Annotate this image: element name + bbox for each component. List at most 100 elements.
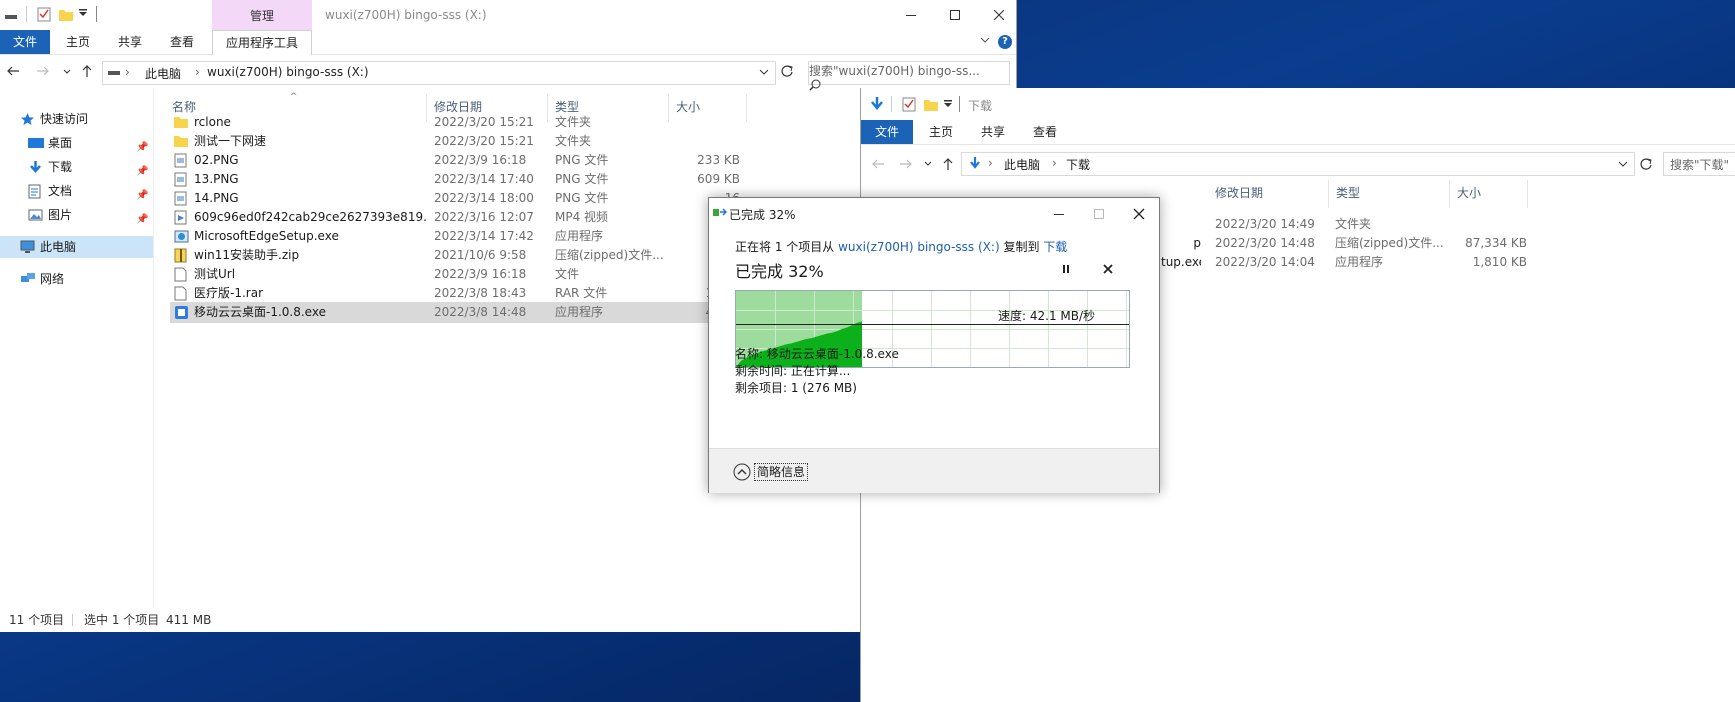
file-size: 609 KB [697,172,740,186]
tab-file[interactable]: 文件 [861,120,913,144]
close-button[interactable] [976,0,1022,30]
file-type: PNG 文件 [555,153,609,167]
search-placeholder: 搜索"wuxi(z700H) bingo-ss... [809,64,980,78]
file-name: tup.exe [1161,255,1201,269]
tab-share[interactable]: 共享 [971,120,1015,144]
navigation-pane: 快速访问 桌面 📌 下载 📌 文档 📌 图片 📌 此电脑 网络 [0,88,153,608]
new-folder-icon[interactable] [58,6,74,22]
minimize-button[interactable] [1039,200,1079,228]
breadcrumb-current[interactable]: wuxi(z700H) bingo-sss (X:) [207,65,369,79]
maximize-button [1079,200,1119,228]
tab-home[interactable]: 主页 [919,120,963,144]
tab-share[interactable]: 共享 [108,30,152,54]
image-file-icon [174,191,188,206]
nav-item-network[interactable]: 网络 [0,268,153,290]
nav-item-quick-access[interactable]: 快速访问 [0,108,153,130]
cancel-button[interactable] [1103,264,1113,274]
file-name: p [1193,236,1201,250]
pane-divider[interactable] [153,88,154,608]
column-header-date[interactable]: 修改日期 [1209,180,1329,208]
column-header-type[interactable]: 类型 [1330,180,1450,208]
file-date: 2022/3/20 14:48 [1215,236,1315,250]
selection-size: 411 MB [166,613,212,627]
file-name: 02.PNG [194,153,239,167]
dialog-title: 已完成 32% [729,208,796,222]
breadcrumb-this-pc[interactable]: 此电脑 [1004,156,1040,173]
destination-link[interactable]: 下载 [1043,240,1067,254]
close-button[interactable] [1119,200,1159,228]
context-tab-manage[interactable]: 管理 [212,0,312,32]
recent-locations-icon[interactable] [923,159,933,169]
breadcrumb-current[interactable]: 下载 [1066,156,1090,173]
pin-icon[interactable]: 📌 [136,137,148,153]
nav-item-label: 下载 [48,160,73,174]
nav-item-desktop[interactable]: 桌面 📌 [0,132,153,154]
address-bar[interactable]: › 此电脑 › 下载 [961,152,1635,176]
refresh-icon[interactable] [1639,157,1653,171]
speed-label: 速度: 42.1 MB/秒 [998,309,1096,323]
recent-locations-icon[interactable] [62,64,78,80]
customize-dropdown-icon[interactable] [943,99,953,109]
up-arrow-icon[interactable] [80,64,96,80]
forward-arrow-icon[interactable] [36,64,52,80]
ribbon-tabs: 文件 主页 共享 查看 [861,120,1735,145]
help-icon[interactable]: ? [998,35,1012,49]
chevron-up-icon[interactable] [733,463,751,481]
copy-to-text: 复制到 [1003,240,1040,254]
search-input[interactable]: 搜索"wuxi(z700H) bingo-ss... [808,61,1010,91]
up-arrow-icon[interactable] [941,157,955,171]
pin-icon[interactable]: 📌 [136,209,148,225]
pin-icon[interactable]: 📌 [136,185,148,201]
maximize-button[interactable] [932,0,978,30]
customize-dropdown-icon[interactable] [78,8,94,24]
source-link[interactable]: wuxi(z700H) bingo-sss (X:) [838,240,1000,254]
address-dropdown-icon[interactable] [759,67,769,77]
new-folder-icon[interactable] [923,96,939,112]
tab-file[interactable]: 文件 [0,30,50,54]
pictures-icon [28,208,43,222]
drive-icon[interactable] [4,6,20,22]
file-date: 2022/3/16 12:07 [434,210,534,224]
address-dropdown-icon[interactable] [1618,159,1628,169]
file-type: 应用程序 [1335,255,1384,269]
address-bar[interactable]: › 此电脑 › wuxi(z700H) bingo-sss (X:) [102,61,776,85]
computer-icon [20,240,35,254]
back-arrow-icon[interactable] [6,64,22,80]
speed-line [736,324,1129,325]
breadcrumb-separator-icon: › [195,65,200,79]
refresh-icon[interactable] [780,64,796,80]
minimize-button[interactable] [888,0,934,30]
table-row[interactable]: tup.exe 2022/3/20 14:04 应用程序 1,810 KB [1161,252,1721,273]
file-name: win11安装助手.zip [194,248,300,262]
breadcrumb-this-pc[interactable]: 此电脑 [145,65,181,82]
forward-arrow-icon[interactable] [899,157,913,171]
file-name: 609c96ed0f242cab29ce2627393e819... [194,210,426,224]
tab-application-tools[interactable]: 应用程序工具 [212,30,312,55]
file-date: 2022/3/20 15:21 [434,134,534,148]
column-header-size[interactable]: 大小 [1451,180,1528,208]
properties-icon[interactable] [901,96,917,112]
nav-item-label: 文档 [48,184,73,198]
fewer-details-button[interactable]: 简略信息 [754,463,809,481]
nav-item-this-pc[interactable]: 此电脑 [0,236,153,258]
table-row[interactable]: p 2022/3/20 14:48 压缩(zipped)文件... 87,334 KB [1161,233,1721,254]
nav-item-downloads[interactable]: 下载 📌 [0,156,153,178]
collapse-ribbon-icon[interactable] [980,36,990,44]
file-size: 233 KB [697,153,740,167]
nav-item-pictures[interactable]: 图片 📌 [0,204,153,226]
tab-home[interactable]: 主页 [56,30,100,54]
tab-view[interactable]: 查看 [160,30,204,54]
properties-icon[interactable] [36,6,52,22]
pin-icon[interactable]: 📌 [136,161,148,177]
search-input[interactable]: 搜索"下载" [1663,152,1735,176]
nav-item-documents[interactable]: 文档 📌 [0,180,153,202]
search-placeholder: 搜索"下载" [1670,158,1730,172]
pause-button[interactable] [1061,264,1071,274]
progress-heading: 已完成 32% [735,262,824,281]
back-arrow-icon[interactable] [871,157,885,171]
download-icon[interactable] [869,96,885,112]
breadcrumb-separator-icon: › [1052,156,1057,170]
download-icon [968,156,982,172]
tab-view[interactable]: 查看 [1023,120,1067,144]
table-row[interactable]: 2022/3/20 14:49 文件夹 [1161,214,1721,235]
